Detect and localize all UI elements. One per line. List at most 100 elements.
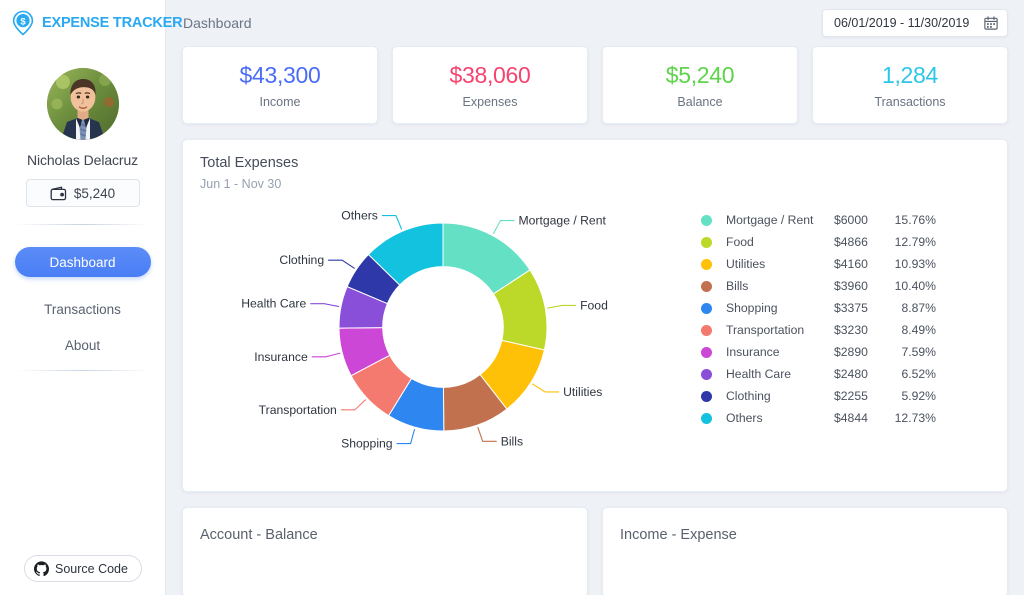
date-range-value: 06/01/2019 - 11/30/2019: [834, 16, 969, 30]
legend-amount: $4160: [834, 257, 886, 271]
legend-category-label: Others: [726, 411, 834, 425]
sidebar-item-transactions[interactable]: Transactions: [44, 302, 121, 317]
legend-row[interactable]: Transportation$32308.49%: [701, 323, 936, 337]
topbar: Dashboard 06/01/2019 - 11/30/2019: [166, 0, 1024, 46]
sidebar-item-dashboard-label: Dashboard: [49, 255, 115, 270]
donut-slice-label: Clothing: [279, 253, 324, 267]
source-code-button[interactable]: Source Code: [24, 555, 142, 582]
content: $43,300 Income $38,060 Expenses $5,240 B…: [166, 46, 1024, 595]
donut-leader-line: [397, 429, 415, 443]
legend-color-swatch: [701, 281, 712, 292]
donut-slice-label: Health Care: [241, 297, 306, 311]
legend-amount: $6000: [834, 213, 886, 227]
legend-row[interactable]: Food$486612.79%: [701, 235, 936, 249]
kpi-label-balance: Balance: [677, 95, 722, 109]
sidebar-nav: Dashboard Transactions About: [0, 225, 165, 353]
chart-legend: Mortgage / Rent$600015.76% Food$486612.79…: [701, 213, 936, 425]
legend-amount: $3230: [834, 323, 886, 337]
legend-amount: $4866: [834, 235, 886, 249]
legend-category-label: Mortgage / Rent: [726, 213, 834, 227]
panel-subtitle: Jun 1 - Nov 30: [200, 177, 1007, 191]
legend-amount: $2480: [834, 367, 886, 381]
legend-percent: 12.73%: [886, 411, 936, 425]
legend-color-swatch: [701, 413, 712, 424]
bottom-row: Account - Balance Income - Expense: [182, 507, 1008, 595]
donut-leader-line: [547, 305, 576, 308]
legend-category-label: Shopping: [726, 301, 834, 315]
user-name: Nicholas Delacruz: [27, 152, 138, 168]
legend-amount: $3960: [834, 279, 886, 293]
legend-row[interactable]: Bills$396010.40%: [701, 279, 936, 293]
donut-slice-label: Insurance: [254, 350, 308, 364]
donut-leader-line: [341, 400, 366, 410]
kpi-value-expenses: $38,060: [449, 62, 530, 89]
donut-slice-label: Mortgage / Rent: [518, 214, 606, 228]
legend-category-label: Transportation: [726, 323, 834, 337]
wallet-balance-badge[interactable]: $5,240: [26, 179, 140, 207]
legend-row[interactable]: Shopping$33758.87%: [701, 301, 936, 315]
avatar-image: [47, 68, 119, 140]
date-range-picker[interactable]: 06/01/2019 - 11/30/2019: [822, 9, 1008, 37]
legend-category-label: Utilities: [726, 257, 834, 271]
legend-percent: 12.79%: [886, 235, 936, 249]
income-expense-card: Income - Expense: [602, 507, 1008, 595]
legend-color-swatch: [701, 303, 712, 314]
legend-row[interactable]: Others$484412.73%: [701, 411, 936, 425]
panel-title: Total Expenses: [200, 155, 1007, 171]
kpi-value-transactions: 1,284: [882, 62, 938, 89]
account-balance-title: Account - Balance: [200, 527, 587, 543]
donut-chart-svg: Mortgage / RentFoodUtilitiesBillsShoppin…: [183, 191, 693, 481]
legend-amount: $4844: [834, 411, 886, 425]
income-expense-title: Income - Expense: [620, 527, 1007, 543]
legend-color-swatch: [701, 215, 712, 226]
donut-leader-line: [310, 304, 339, 307]
donut-leader-line: [328, 260, 355, 268]
main-area: Dashboard 06/01/2019 - 11/30/2019: [166, 0, 1024, 595]
legend-percent: 8.87%: [886, 301, 936, 315]
kpi-card-expenses: $38,060 Expenses: [392, 46, 588, 124]
legend-category-label: Bills: [726, 279, 834, 293]
kpi-label-transactions: Transactions: [874, 95, 945, 109]
legend-row[interactable]: Utilities$416010.93%: [701, 257, 936, 271]
legend-percent: 10.93%: [886, 257, 936, 271]
legend-category-label: Insurance: [726, 345, 834, 359]
brand-logo[interactable]: $ EXPENSE TRACKER: [0, 0, 165, 46]
sidebar-item-dashboard[interactable]: Dashboard: [15, 247, 151, 277]
donut-chart: Mortgage / RentFoodUtilitiesBillsShoppin…: [183, 191, 693, 486]
donut-leader-line: [312, 353, 341, 357]
donut-leader-line: [493, 221, 514, 234]
legend-color-swatch: [701, 369, 712, 380]
wallet-balance-value: $5,240: [74, 186, 115, 201]
kpi-card-balance: $5,240 Balance: [602, 46, 798, 124]
legend-amount: $2890: [834, 345, 886, 359]
app-root: $ EXPENSE TRACKER: [0, 0, 1024, 595]
donut-slice-label: Transportation: [259, 403, 337, 417]
kpi-value-income: $43,300: [239, 62, 320, 89]
legend-row[interactable]: Health Care$24806.52%: [701, 367, 936, 381]
legend-color-swatch: [701, 237, 712, 248]
legend-row[interactable]: Insurance$28907.59%: [701, 345, 936, 359]
account-balance-card: Account - Balance: [182, 507, 588, 595]
legend-color-swatch: [701, 259, 712, 270]
legend-percent: 10.40%: [886, 279, 936, 293]
donut-leader-line: [478, 427, 497, 441]
legend-percent: 7.59%: [886, 345, 936, 359]
sidebar-item-about[interactable]: About: [65, 338, 100, 353]
legend-row[interactable]: Clothing$22555.92%: [701, 389, 936, 403]
legend-category-label: Food: [726, 235, 834, 249]
page-title: Dashboard: [183, 15, 252, 31]
kpi-label-expenses: Expenses: [463, 95, 518, 109]
sidebar-divider-bottom: [16, 370, 150, 371]
legend-percent: 5.92%: [886, 389, 936, 403]
kpi-card-income: $43,300 Income: [182, 46, 378, 124]
legend-row[interactable]: Mortgage / Rent$600015.76%: [701, 213, 936, 227]
legend-percent: 15.76%: [886, 213, 936, 227]
sidebar-item-transactions-label: Transactions: [44, 302, 121, 317]
legend-amount: $2255: [834, 389, 886, 403]
source-code-label: Source Code: [55, 562, 128, 576]
sidebar-item-about-label: About: [65, 338, 100, 353]
sidebar: $ EXPENSE TRACKER: [0, 0, 166, 595]
legend-category-label: Clothing: [726, 389, 834, 403]
wallet-icon: [50, 186, 67, 201]
chart-body: Mortgage / Rent Food Utilities Bills Shoppin…: [183, 191, 1007, 491]
